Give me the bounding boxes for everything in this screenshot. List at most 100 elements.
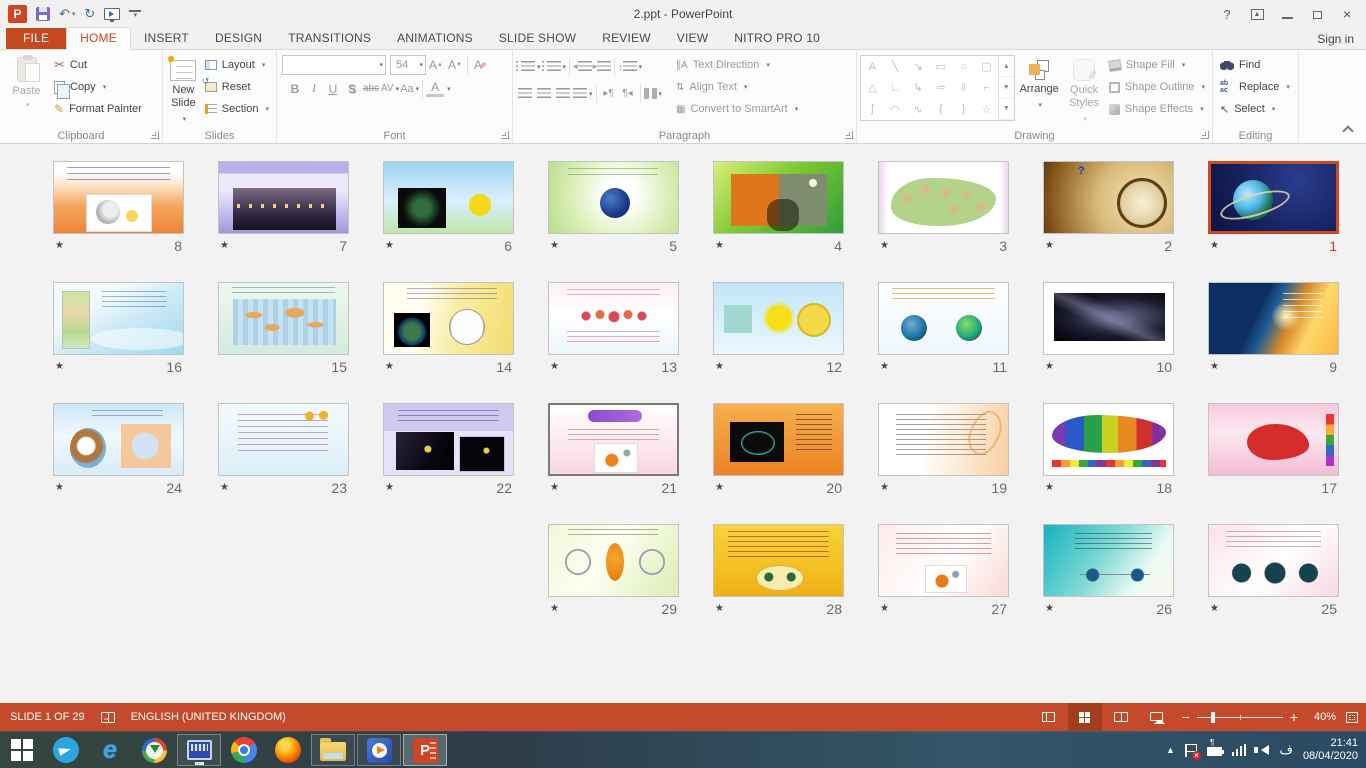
- slide-thumbnail-15-meridians-world-map[interactable]: [218, 282, 349, 355]
- copy-button[interactable]: Copy▾: [50, 76, 146, 98]
- increase-indent-button[interactable]: ▸: [593, 57, 612, 76]
- strikethrough-button[interactable]: abc: [362, 79, 380, 98]
- slide-thumbnail-21-sun-model-pink[interactable]: [548, 403, 679, 476]
- shape-fill-button[interactable]: Shape Fill▾: [1105, 54, 1209, 76]
- minimize-button[interactable]: [1272, 2, 1302, 26]
- slide-thumbnail-1-ringed-planet-space[interactable]: [1208, 161, 1339, 234]
- slide-thumbnail-8-orange-horizon-diagram[interactable]: [53, 161, 184, 234]
- taskbar-media-player-button[interactable]: [357, 734, 401, 766]
- slide-thumbnail-6-earth-and-sun-sky[interactable]: [383, 161, 514, 234]
- font-color-button[interactable]: A: [426, 81, 444, 97]
- taskbar-file-explorer-button[interactable]: [311, 734, 355, 766]
- shape-right-brace[interactable]: }: [962, 103, 966, 115]
- taskbar-idm-button[interactable]: [132, 732, 176, 768]
- layout-button[interactable]: Layout▾: [201, 54, 273, 76]
- powerpoint-logo-icon[interactable]: P: [8, 5, 27, 23]
- slide-thumbnail-19-peach-text-slide[interactable]: [878, 403, 1009, 476]
- character-spacing-button[interactable]: AV▾: [381, 79, 399, 98]
- taskbar-internet-explorer-button[interactable]: e: [88, 732, 132, 768]
- cut-button[interactable]: ✂Cut: [50, 54, 146, 76]
- underline-button[interactable]: U: [324, 79, 342, 98]
- clock[interactable]: 21:41 08/04/2020: [1303, 737, 1358, 763]
- ribbon-display-options-button[interactable]: ▲: [1242, 2, 1272, 26]
- clear-formatting-button[interactable]: A: [471, 56, 489, 75]
- shape-rounded-rectangle[interactable]: ▢: [981, 60, 991, 73]
- slide-thumbnail-11-two-globes-text[interactable]: [878, 282, 1009, 355]
- shape-textbox[interactable]: A: [869, 61, 876, 73]
- find-button[interactable]: Find: [1216, 54, 1294, 76]
- slide-thumbnail-24-earth-rotation-diagrams[interactable]: [53, 403, 184, 476]
- tab-nitro-pro-10[interactable]: NITRO PRO 10: [721, 28, 833, 49]
- taskbar-telegram-button[interactable]: [44, 732, 88, 768]
- increase-font-size-button[interactable]: A▲: [427, 56, 445, 75]
- fit-slide-to-window-button[interactable]: [1346, 712, 1358, 723]
- replace-button[interactable]: abacReplace▾: [1216, 76, 1294, 98]
- tab-insert[interactable]: INSERT: [131, 28, 202, 49]
- zoom-level[interactable]: 40%: [1306, 711, 1336, 723]
- shapes-more-button[interactable]: ▼: [999, 99, 1014, 120]
- text-shadow-button[interactable]: S: [343, 79, 361, 98]
- align-center-button[interactable]: [535, 84, 553, 103]
- justify-button[interactable]: ▾: [573, 84, 593, 103]
- shape-effects-button[interactable]: Shape Effects▾: [1105, 98, 1209, 120]
- tab-home[interactable]: HOME: [66, 27, 131, 50]
- shape-scribble[interactable]: ʃ: [871, 103, 873, 115]
- shape-down-arrow[interactable]: ⇩: [959, 81, 968, 94]
- slide-thumbnail-10-milky-way-galaxy[interactable]: [1043, 282, 1174, 355]
- shapes-scroll-up-button[interactable]: ▲: [999, 56, 1014, 77]
- slide-thumbnail-29-lens-eclipse-diagram[interactable]: [548, 524, 679, 597]
- slide-thumbnail-23-butterflies-text[interactable]: [218, 403, 349, 476]
- tab-review[interactable]: REVIEW: [589, 28, 664, 49]
- bold-button[interactable]: B: [286, 79, 304, 98]
- slide-thumbnail-9-earth-sunrise-space[interactable]: [1208, 282, 1339, 355]
- taskbar-start-button[interactable]: [0, 732, 44, 768]
- slide-thumbnail-22-solar-system-panels[interactable]: [383, 403, 514, 476]
- shape-elbow-arrow[interactable]: ↳: [913, 81, 922, 94]
- sign-in-link[interactable]: Sign in: [1317, 32, 1354, 46]
- change-case-button[interactable]: Aa▾: [400, 79, 419, 98]
- paragraph-dialog-launcher[interactable]: [845, 131, 853, 139]
- tab-slide-show[interactable]: SLIDE SHOW: [486, 28, 589, 49]
- arrange-button[interactable]: Arrange▾: [1015, 53, 1064, 123]
- slide-thumbnail-7-night-lights-purple[interactable]: [218, 161, 349, 234]
- rtl-direction-button[interactable]: ¶◂: [619, 84, 637, 103]
- spell-check-icon[interactable]: [101, 712, 115, 723]
- shape-right-arrow[interactable]: ⇨: [936, 81, 945, 94]
- shape-left-brace[interactable]: {: [939, 103, 943, 115]
- slide-thumbnail-17-china-map-pink[interactable]: [1208, 403, 1339, 476]
- ltr-direction-button[interactable]: ▸¶: [600, 84, 618, 103]
- line-spacing-button[interactable]: ↕▾: [618, 57, 642, 76]
- slide-thumbnail-20-orange-globe-panel[interactable]: [713, 403, 844, 476]
- slide-thumbnail-26-teal-orbit-diagram[interactable]: [1043, 524, 1174, 597]
- shape-outline-button[interactable]: Shape Outline▾: [1105, 76, 1209, 98]
- shape-line[interactable]: ╲: [892, 60, 899, 73]
- reading-view-button[interactable]: [1104, 703, 1138, 731]
- slide-thumbnail-2-antique-pocket-watch[interactable]: [1043, 161, 1174, 234]
- reset-button[interactable]: Reset: [201, 76, 273, 98]
- slide-sorter-view-button[interactable]: [1068, 703, 1102, 731]
- close-button[interactable]: ×: [1332, 2, 1362, 26]
- slide-thumbnail-16-blue-waves-map-strip[interactable]: [53, 282, 184, 355]
- taskbar-powerpoint-button[interactable]: P: [403, 734, 447, 766]
- shape-oval[interactable]: ○: [960, 61, 967, 73]
- tab-animations[interactable]: ANIMATIONS: [384, 28, 486, 49]
- zoom-out-button[interactable]: −: [1182, 712, 1190, 722]
- undo-button[interactable]: ↶▾: [59, 6, 75, 22]
- slide-thumbnail-5-earth-on-green-leaves[interactable]: [548, 161, 679, 234]
- zoom-in-button[interactable]: +: [1290, 712, 1298, 722]
- tab-view[interactable]: VIEW: [664, 28, 721, 49]
- columns-button[interactable]: ▾: [644, 84, 663, 103]
- font-size-combo[interactable]: 54▾: [390, 55, 426, 75]
- slide-counter[interactable]: SLIDE 1 OF 29: [10, 711, 85, 723]
- undo-dropdown-icon[interactable]: ▾: [72, 10, 76, 18]
- align-text-button[interactable]: ⇅Align Text▾: [672, 76, 802, 98]
- shapes-scroll-down-button[interactable]: ▼: [999, 77, 1014, 98]
- format-painter-button[interactable]: ✎Format Painter: [50, 98, 146, 120]
- align-right-button[interactable]: [554, 84, 572, 103]
- taskbar-chrome-button[interactable]: [222, 732, 266, 768]
- font-name-combo[interactable]: ▾: [282, 55, 386, 75]
- help-button[interactable]: ?: [1212, 2, 1242, 26]
- quick-styles-button[interactable]: Quick Styles▾: [1063, 53, 1104, 126]
- language-status[interactable]: ENGLISH (UNITED KINGDOM): [131, 711, 286, 723]
- action-center-icon[interactable]: [1185, 744, 1197, 757]
